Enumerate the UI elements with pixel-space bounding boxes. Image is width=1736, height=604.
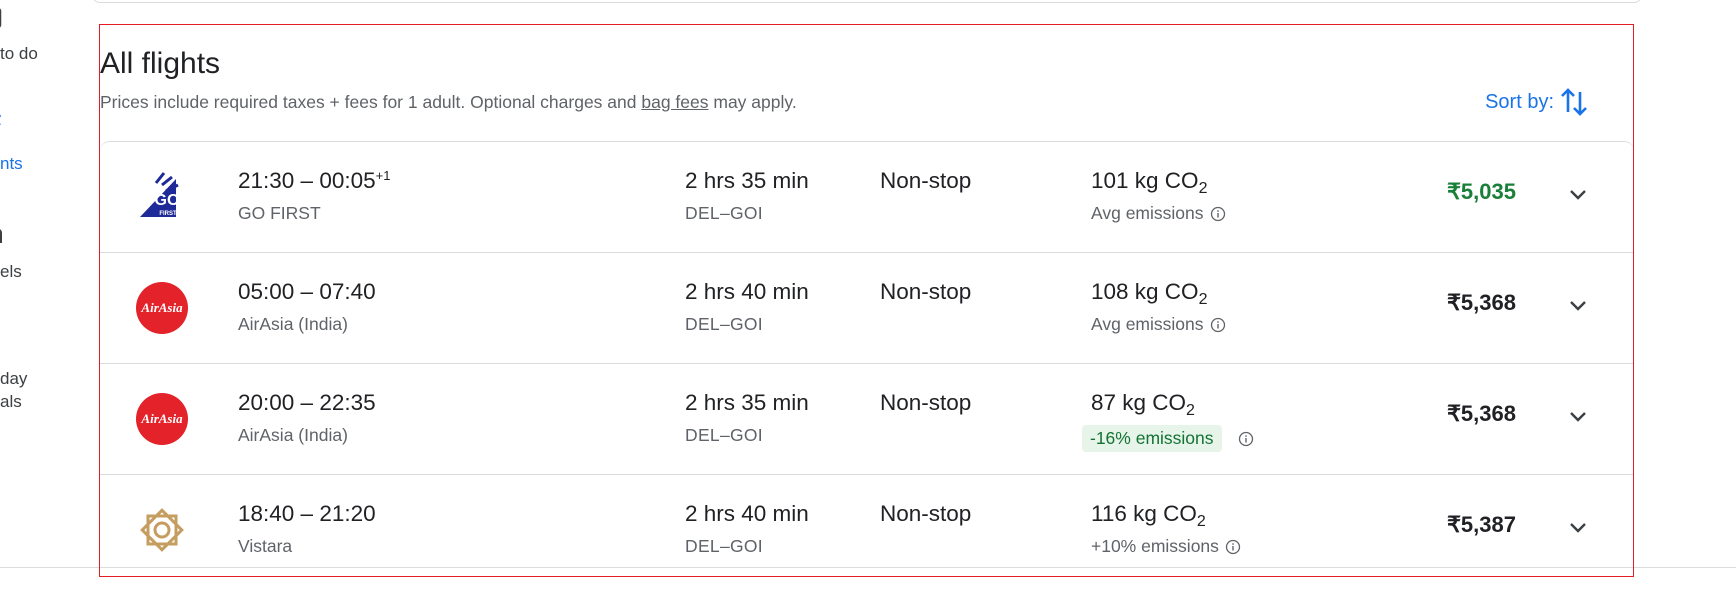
rail-item-things-to-do[interactable]: to do bbox=[0, 0, 80, 70]
rail-item-label: nts bbox=[0, 154, 23, 173]
phone-icon bbox=[0, 8, 2, 28]
rail-item-holiday-deals[interactable]: day als bbox=[0, 330, 80, 430]
rail-item-label: els bbox=[0, 262, 22, 281]
rail-item-label: to do bbox=[0, 44, 38, 63]
rail-item-label: day als bbox=[0, 369, 28, 411]
tag-icon bbox=[0, 336, 8, 356]
rail-item-hotels[interactable]: els bbox=[0, 220, 80, 290]
rail-item-flights[interactable]: nts bbox=[0, 105, 80, 175]
highlight-frame bbox=[99, 24, 1634, 577]
previous-card-edge bbox=[92, 0, 1642, 3]
bed-icon bbox=[0, 229, 2, 243]
plane-icon bbox=[0, 115, 2, 125]
side-nav-rail: to do nts els day als bbox=[0, 0, 80, 604]
